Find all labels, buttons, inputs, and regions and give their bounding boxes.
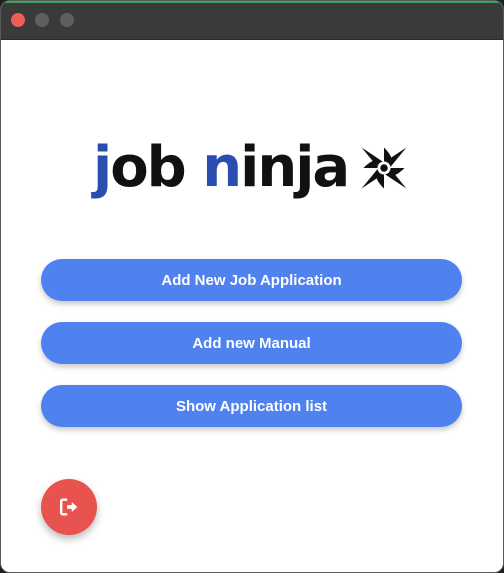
add-job-application-button[interactable]: Add New Job Application (41, 259, 462, 301)
window-close-button[interactable] (11, 13, 25, 27)
window-maximize-button[interactable] (60, 13, 74, 27)
logout-icon (60, 498, 78, 516)
app-window: job ninja Add New Job Application Add ne… (0, 0, 504, 573)
shuriken-icon (361, 147, 407, 189)
window-minimize-button[interactable] (35, 13, 49, 27)
logo-text-job-rest: ob (110, 135, 187, 200)
title-bar (1, 1, 503, 40)
logout-button[interactable] (41, 479, 97, 535)
app-logo: job ninja (93, 128, 412, 208)
add-manual-button[interactable]: Add new Manual (41, 322, 462, 364)
logo-wordmark: job ninja (93, 135, 350, 200)
show-application-list-button[interactable]: Show Application list (41, 385, 462, 427)
logo-text-ninja-rest: inja (240, 135, 350, 200)
main-content: job ninja Add New Job Application Add ne… (1, 40, 503, 572)
